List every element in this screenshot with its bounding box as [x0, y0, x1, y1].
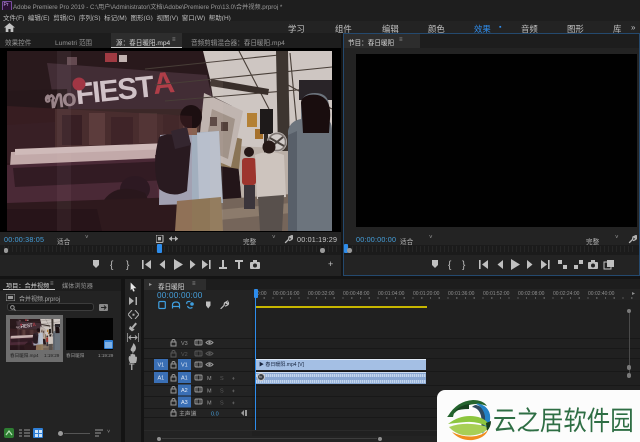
svg-text:}: }	[126, 260, 130, 271]
svg-text:A2: A2	[181, 388, 188, 394]
svg-text:S: S	[220, 376, 224, 382]
svg-text:S: S	[220, 389, 224, 395]
svg-text:V3: V3	[181, 341, 188, 347]
svg-text:{: {	[448, 260, 452, 271]
svg-text:S: S	[220, 401, 224, 407]
svg-text:♦: ♦	[232, 376, 235, 382]
svg-text:0.0: 0.0	[211, 412, 219, 418]
svg-text:V1: V1	[181, 363, 188, 369]
svg-text:}: }	[462, 260, 466, 271]
svg-text:♦: ♦	[232, 389, 235, 395]
svg-text:V2: V2	[181, 352, 188, 358]
svg-text:V1: V1	[158, 363, 165, 369]
svg-text:M: M	[207, 389, 212, 395]
svg-text:♦: ♦	[232, 401, 235, 407]
svg-text:M: M	[207, 376, 212, 382]
svg-text:M: M	[207, 401, 212, 407]
svg-text:主声道: 主声道	[179, 410, 197, 418]
svg-text:A1: A1	[158, 376, 165, 382]
svg-text:A3: A3	[181, 400, 188, 406]
svg-text:A1: A1	[181, 376, 188, 382]
svg-text:{: {	[110, 260, 114, 271]
